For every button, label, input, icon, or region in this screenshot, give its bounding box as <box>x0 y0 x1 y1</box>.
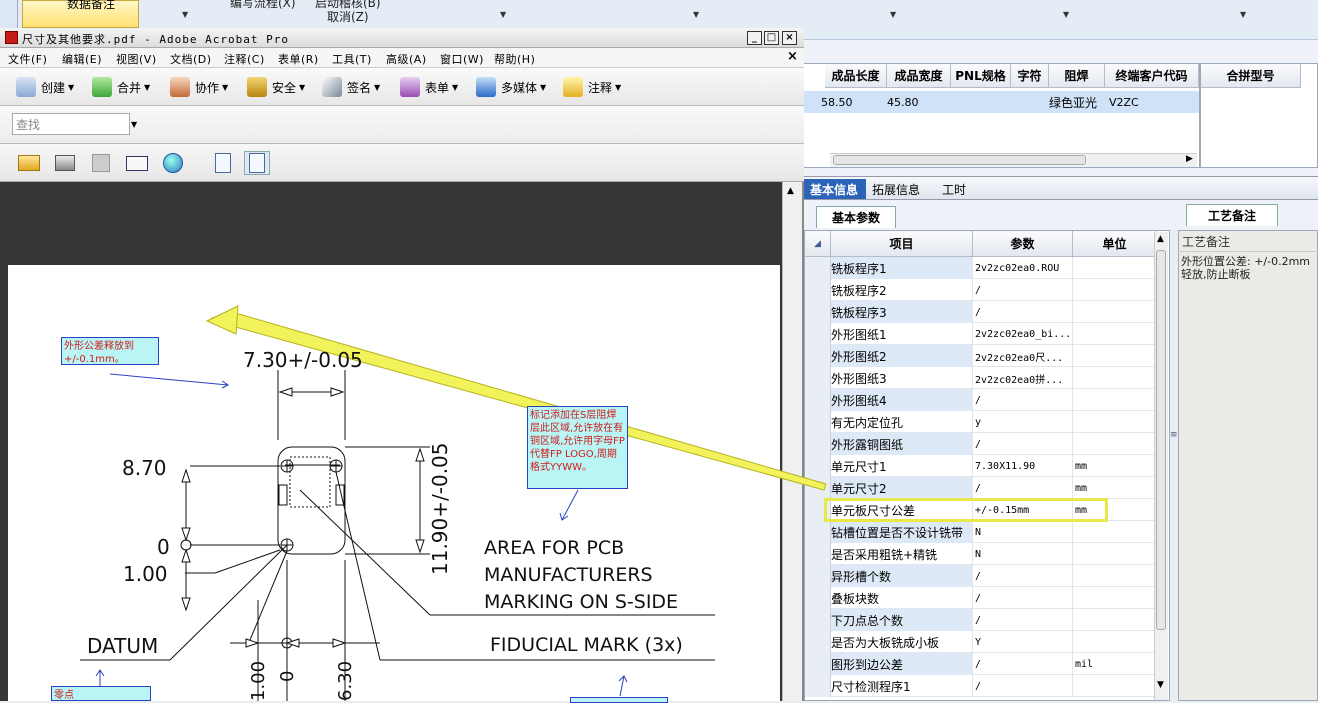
dim-bottom-0: 0 <box>277 670 298 682</box>
area-line-1: AREA FOR PCB <box>484 537 625 559</box>
marking-note[interactable]: 标记添加在S层阻焊层此区域,允许放在有铜区域,允许用字母FP代替FP LOGO,… <box>527 406 628 489</box>
dim-left-0: 0 <box>157 535 170 559</box>
dim-left-100: 1.00 <box>123 562 168 586</box>
dim-left-870: 8.70 <box>122 456 167 480</box>
dim-bottom-100: 1.00 <box>248 660 269 701</box>
tolerance-note[interactable]: 外形公差释放到+/-0.1mm。 <box>61 337 159 365</box>
dim-bottom-630: 6.30 <box>335 660 356 701</box>
dim-top-label: 7.30+/-0.05 <box>243 348 363 372</box>
annotation-arrow <box>205 305 827 491</box>
datum-label: DATUM <box>87 634 159 658</box>
fiducial-label: FIDUCIAL MARK (3x) <box>490 634 683 656</box>
origin-note[interactable]: 零点 <box>51 686 151 701</box>
area-line-2: MANUFACTURERS <box>484 564 653 586</box>
dim-right-label: 11.90+/-0.05 <box>428 442 452 576</box>
area-line-3: MARKING ON S-SIDE <box>484 591 679 613</box>
partial-note[interactable] <box>570 697 668 703</box>
